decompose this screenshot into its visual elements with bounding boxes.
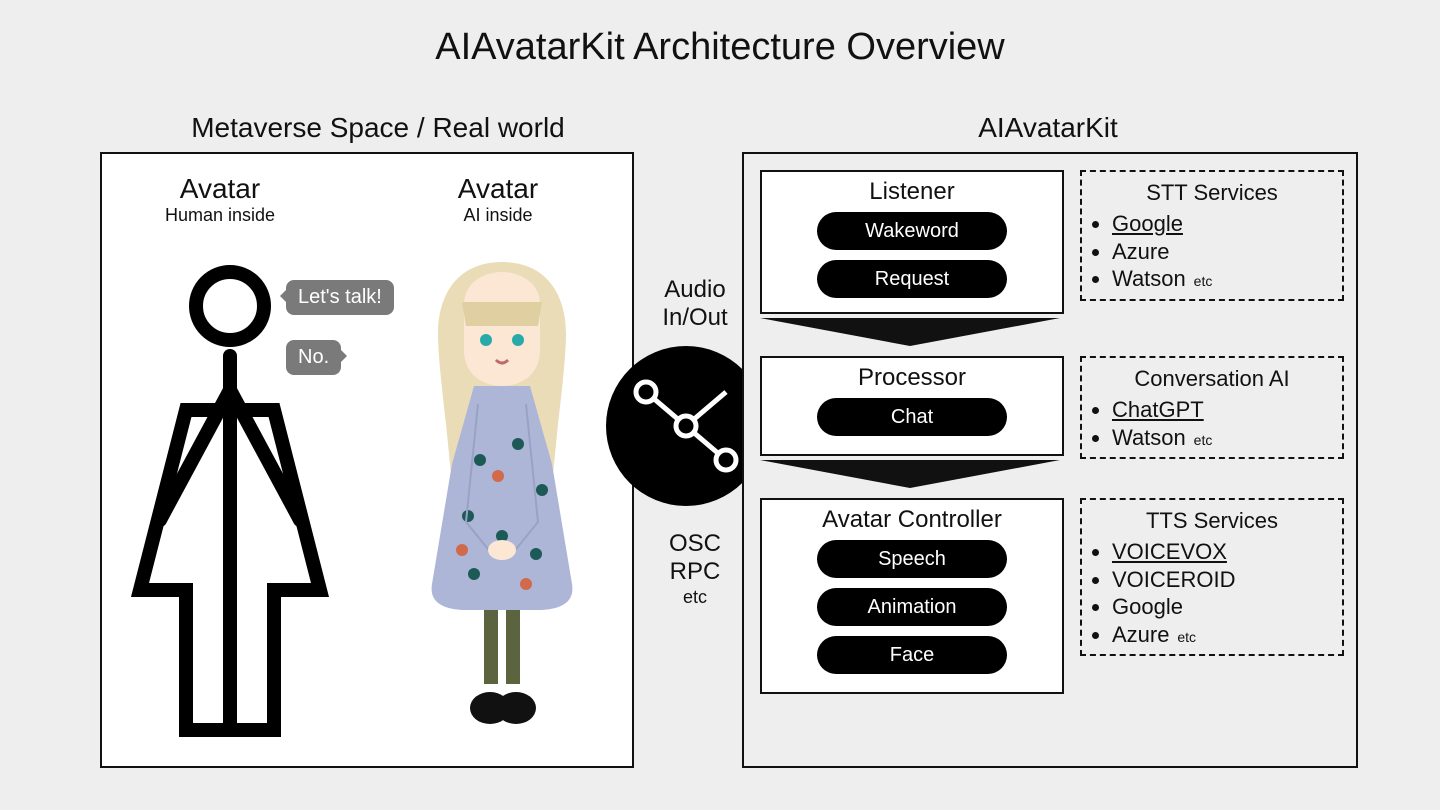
listener-title: Listener [762, 178, 1062, 206]
service-item: Azure etc [1112, 621, 1342, 649]
listener-pill-request: Request [817, 260, 1007, 298]
service-item: ChatGPT [1112, 396, 1342, 424]
service-item: Google [1112, 210, 1342, 238]
controller-pill-animation: Animation [817, 588, 1007, 626]
ai-avatar-header: Avatar AI inside [398, 174, 598, 226]
tts-title: TTS Services [1082, 508, 1342, 534]
processor-box: Processor Chat [760, 356, 1064, 456]
service-item: VOICEVOX [1112, 538, 1342, 566]
human-avatar-title: Avatar [120, 174, 320, 205]
aiavatarkit-section-label: AIAvatarKit [742, 112, 1354, 144]
protocol-l1: OSC [669, 530, 721, 557]
human-avatar-icon [130, 260, 330, 740]
conv-title: Conversation AI [1082, 366, 1342, 392]
controller-title: Avatar Controller [762, 506, 1062, 534]
stt-list: GoogleAzureWatson etc [1112, 210, 1342, 293]
conv-ai-box: Conversation AI ChatGPTWatson etc [1080, 356, 1344, 459]
service-item: Watson etc [1112, 424, 1342, 452]
audio-io-label: Audio In/Out [630, 276, 760, 331]
ai-avatar-title: Avatar [398, 174, 598, 205]
protocol-etc: etc [630, 587, 760, 608]
ai-avatar-figure [402, 254, 602, 744]
audio-io-l2: In/Out [662, 304, 727, 331]
protocol-l2: RPC [670, 558, 721, 585]
controller-pill-speech: Speech [817, 540, 1007, 578]
audio-io-l1: Audio [664, 276, 725, 303]
listener-pill-wakeword: Wakeword [817, 212, 1007, 250]
controller-box: Avatar Controller Speech Animation Face [760, 498, 1064, 694]
service-item: Google [1112, 593, 1342, 621]
tts-services-box: TTS Services VOICEVOXVOICEROIDGoogleAzur… [1080, 498, 1344, 656]
arrow-listener-processor [760, 318, 1060, 348]
human-avatar-header: Avatar Human inside [120, 174, 320, 226]
conv-list: ChatGPTWatson etc [1112, 396, 1342, 451]
controller-pill-face: Face [817, 636, 1007, 674]
stt-title: STT Services [1082, 180, 1342, 206]
processor-title: Processor [762, 364, 1062, 392]
human-avatar-subtitle: Human inside [120, 205, 320, 227]
metaverse-section-label: Metaverse Space / Real world [128, 112, 628, 144]
listener-box: Listener Wakeword Request [760, 170, 1064, 314]
page-title: AIAvatarKit Architecture Overview [0, 26, 1440, 69]
service-item: VOICEROID [1112, 566, 1342, 594]
ai-avatar-subtitle: AI inside [398, 205, 598, 227]
tts-list: VOICEVOXVOICEROIDGoogleAzure etc [1112, 538, 1342, 648]
stt-services-box: STT Services GoogleAzureWatson etc [1080, 170, 1344, 301]
protocol-label: OSC RPC etc [630, 530, 760, 608]
service-item: Azure [1112, 238, 1342, 266]
arrow-processor-controller [760, 460, 1060, 490]
processor-pill-chat: Chat [817, 398, 1007, 436]
service-item: Watson etc [1112, 265, 1342, 293]
